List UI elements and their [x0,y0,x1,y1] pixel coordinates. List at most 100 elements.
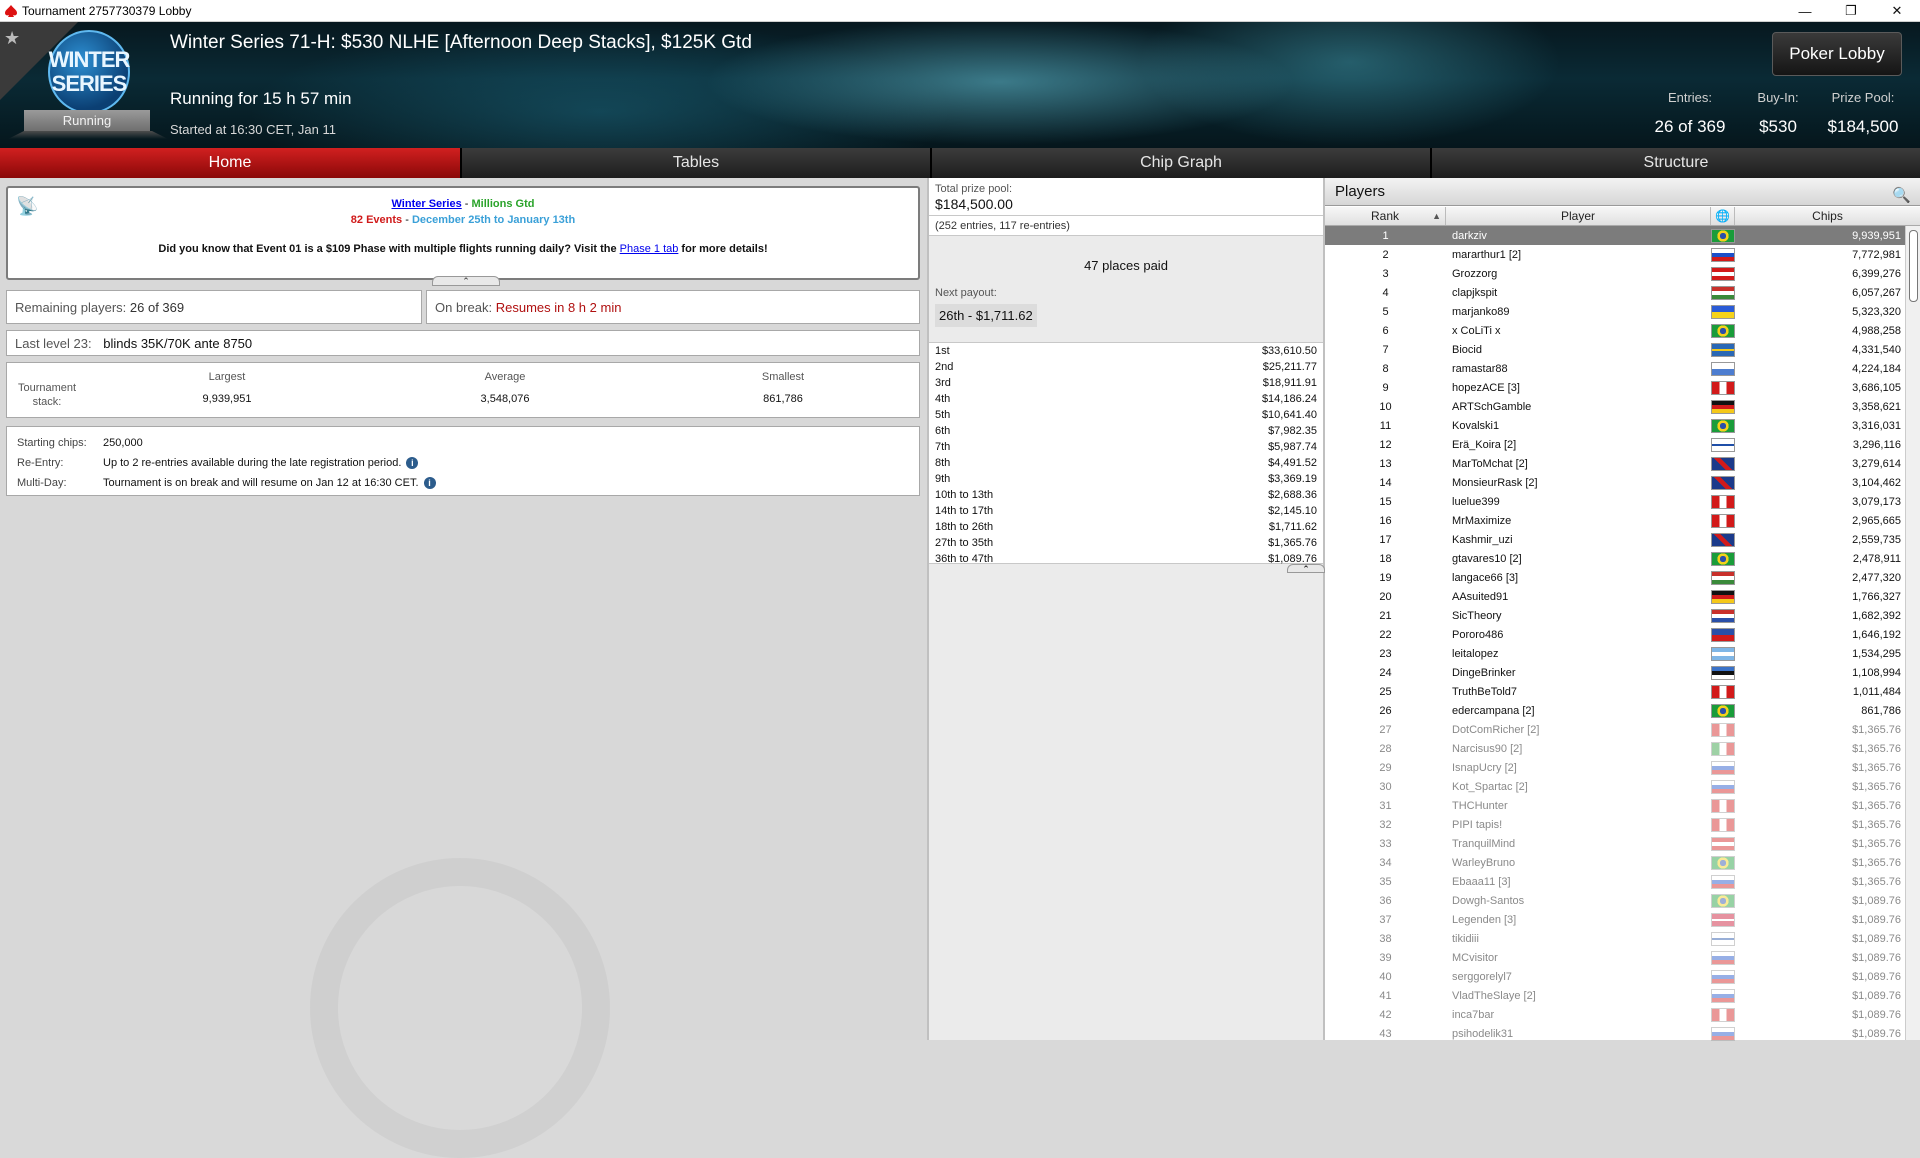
poker-lobby-button[interactable]: Poker Lobby [1772,32,1902,76]
stack-box: Tournament stack: Largest 9,939,951 Aver… [6,362,920,418]
multiday-row: Multi-Day: Tournament is on break and wi… [17,477,436,489]
player-row[interactable]: 28 Narcisus90 [2] $1,365.76 [1325,739,1905,758]
last-level-box: Last level 23: blinds 35K/70K ante 8750 [6,330,920,356]
player-row[interactable]: 39 MCvisitor $1,089.76 [1325,948,1905,967]
country-column-header[interactable]: 🌐 [1711,207,1735,225]
player-row[interactable]: 1 darkziv 9,939,951 [1325,226,1905,245]
collapse-news-button[interactable]: ⌃ [432,276,500,286]
minimize-icon[interactable]: — [1782,0,1828,22]
player-rank: 7 [1382,343,1389,356]
player-row[interactable]: 42 inca7bar $1,089.76 [1325,1005,1905,1024]
payout-amount: $25,211.77 [1262,361,1317,373]
player-chips: 3,279,614 [1852,457,1901,470]
player-row[interactable]: 10 ARTSchGamble 3,358,621 [1325,397,1905,416]
player-chips: $1,365.76 [1852,723,1901,736]
player-row[interactable]: 4 clapjkspit 6,057,267 [1325,283,1905,302]
player-row[interactable]: 7 Biocid 4,331,540 [1325,340,1905,359]
restore-icon[interactable]: ❐ [1828,0,1874,22]
player-chips: $1,089.76 [1852,951,1901,964]
player-row[interactable]: 13 MarToMchat [2] 3,279,614 [1325,454,1905,473]
player-name: hopezACE [3] [1452,381,1520,394]
player-row[interactable]: 12 Erä_Koira [2] 3,296,116 [1325,435,1905,454]
player-row[interactable]: 23 leitalopez 1,534,295 [1325,644,1905,663]
player-row[interactable]: 38 tikidiii $1,089.76 [1325,929,1905,948]
player-row[interactable]: 17 Kashmir_uzi 2,559,735 [1325,530,1905,549]
player-row[interactable]: 30 Kot_Spartac [2] $1,365.76 [1325,777,1905,796]
player-rank: 31 [1379,799,1392,812]
player-row[interactable]: 35 Ebaaa11 [3] $1,365.76 [1325,872,1905,891]
places-paid: 47 places paid [1084,258,1168,273]
events-count-text: 82 Events [350,214,403,226]
player-row[interactable]: 36 Dowgh-Santos $1,089.76 [1325,891,1905,910]
multiday-info-icon[interactable]: i [423,477,436,489]
player-row[interactable]: 18 gtavares10 [2] 2,478,911 [1325,549,1905,568]
close-icon[interactable]: ✕ [1874,0,1920,22]
player-row[interactable]: 21 SicTheory 1,682,392 [1325,606,1905,625]
tab-structure[interactable]: Structure [1432,148,1920,178]
star-icon[interactable]: ★ [4,28,20,49]
player-row[interactable]: 27 DotComRicher [2] $1,365.76 [1325,720,1905,739]
payout-amount: $4,491.52 [1268,457,1317,469]
player-row[interactable]: 26 edercampana [2] 861,786 [1325,701,1905,720]
player-row[interactable]: 41 VladTheSlaye [2] $1,089.76 [1325,986,1905,1005]
reentry-row: Re-Entry: Up to 2 re-entries available d… [17,457,419,469]
rank-column-header[interactable]: Rank ▲ [1325,207,1446,225]
scrollbar-thumb[interactable] [1909,230,1918,302]
chips-column-header[interactable]: Chips [1735,207,1920,225]
player-name: Pororo486 [1452,628,1504,641]
player-chips: 6,399,276 [1852,267,1901,280]
tab-home[interactable]: Home [0,148,462,178]
player-chips: 2,559,735 [1852,533,1901,546]
reentry-info-icon[interactable]: i [406,457,419,469]
player-row[interactable]: 43 psihodelik31 $1,089.76 [1325,1024,1905,1043]
players-panel: Players 🔍 Rank ▲ Player 🌐 Chips 1 darkziv… [1325,178,1920,1043]
player-row[interactable]: 3 Grozzorg 6,399,276 [1325,264,1905,283]
player-row[interactable]: 32 PIPI tapis! $1,365.76 [1325,815,1905,834]
search-icon[interactable]: 🔍 [1892,182,1912,204]
player-row[interactable]: 24 DingeBrinker 1,108,994 [1325,663,1905,682]
player-row[interactable]: 33 TranquilMind $1,365.76 [1325,834,1905,853]
payout-place: 4th [935,393,951,405]
tab-chip-graph[interactable]: Chip Graph [932,148,1432,178]
collapse-payouts-button[interactable]: ⌃ [1287,564,1325,574]
player-chips: 861,786 [1861,704,1901,717]
winter-series-link[interactable]: Winter Series [392,198,462,210]
player-row[interactable]: 16 MrMaximize 2,965,665 [1325,511,1905,530]
player-row[interactable]: 19 langace66 [3] 2,477,320 [1325,568,1905,587]
player-row[interactable]: 29 IsnapUcry [2] $1,365.76 [1325,758,1905,777]
players-scrollbar[interactable] [1905,226,1920,1040]
player-row[interactable]: 11 Kovalski1 3,316,031 [1325,416,1905,435]
player-rank: 42 [1379,1008,1392,1021]
player-row[interactable]: 31 THCHunter $1,365.76 [1325,796,1905,815]
player-chips: 1,011,484 [1852,685,1901,698]
tab-tables[interactable]: Tables [462,148,932,178]
player-rank: 22 [1379,628,1392,641]
player-row[interactable]: 40 serggorelyl7 $1,089.76 [1325,967,1905,986]
phase1-tab-link[interactable]: Phase 1 tab [620,243,679,255]
player-rank: 41 [1379,989,1392,1002]
player-row[interactable]: 14 MonsieurRask [2] 3,104,462 [1325,473,1905,492]
player-row[interactable]: 20 AAsuited91 1,766,327 [1325,587,1905,606]
player-row[interactable]: 9 hopezACE [3] 3,686,105 [1325,378,1905,397]
player-rank: 40 [1379,970,1392,983]
status-badge: Running [24,110,150,131]
player-row[interactable]: 8 ramastar88 4,224,184 [1325,359,1905,378]
payout-amount: $10,641.40 [1261,409,1317,421]
player-row[interactable]: 15 luelue399 3,079,173 [1325,492,1905,511]
player-row[interactable]: 2 mararthur1 [2] 7,772,981 [1325,245,1905,264]
level-label: Last level 23: [15,336,92,351]
player-name: serggorelyl7 [1452,970,1512,983]
player-row[interactable]: 34 WarleyBruno $1,365.76 [1325,853,1905,872]
country-flag-icon [1711,418,1735,433]
player-name: Dowgh-Santos [1452,894,1525,907]
player-row[interactable]: 37 Legenden [3] $1,089.76 [1325,910,1905,929]
news-sep2: - [402,214,412,226]
player-row[interactable]: 6 x CoLiTi x 4,988,258 [1325,321,1905,340]
player-row[interactable]: 22 Pororo486 1,646,192 [1325,625,1905,644]
news-line3: Did you know that Event 01 is a $109 Pha… [8,243,918,255]
country-flag-icon [1711,437,1735,452]
player-column-header[interactable]: Player [1446,207,1711,225]
player-row[interactable]: 5 marjanko89 5,323,320 [1325,302,1905,321]
player-row[interactable]: 25 TruthBeTold7 1,011,484 [1325,682,1905,701]
country-flag-icon [1711,342,1735,357]
